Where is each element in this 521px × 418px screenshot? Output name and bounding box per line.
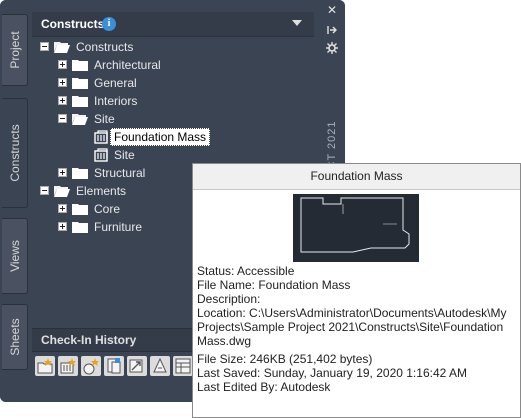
tree-node-interiors[interactable]: Interiors — [32, 92, 314, 110]
construct-object-icon — [94, 130, 108, 144]
tooltip-location-line-3: Mass.dwg — [197, 334, 252, 348]
tree-node-label: Site — [114, 148, 135, 162]
tree-node-constructs[interactable]: Constructs — [32, 38, 314, 56]
open-drawing-button[interactable] — [104, 356, 124, 376]
expand-icon[interactable] — [58, 204, 67, 213]
tooltip-location-line-2: Projects\Sample Project 2021\Constructs\… — [197, 320, 504, 334]
folder-icon — [72, 96, 88, 107]
tree-node-label: Elements — [76, 184, 127, 198]
close-icon[interactable]: ✕ — [326, 4, 338, 16]
pane-header[interactable]: Constructs i — [32, 12, 314, 37]
tree-node-label: Architectural — [94, 58, 161, 72]
expand-icon[interactable] — [58, 96, 67, 105]
folder-icon — [72, 78, 88, 89]
drawing-preview-thumbnail — [293, 194, 419, 262]
tree-node-label: Core — [94, 202, 121, 216]
tree-node-general[interactable]: General — [32, 74, 314, 92]
tooltip-location-line-1: Location: C:\Users\Administrator\Documen… — [197, 306, 507, 320]
xref-icon — [129, 359, 143, 373]
auto-hide-icon[interactable] — [326, 24, 338, 36]
drawing-icon — [107, 358, 121, 374]
side-tab-strip: Project Constructs Views Sheets — [0, 0, 30, 402]
add-construct-icon — [60, 358, 76, 374]
pane-title: Constructs — [41, 17, 105, 31]
folder-icon — [72, 222, 88, 233]
tab-views-label: Views — [7, 240, 22, 272]
expand-icon[interactable] — [58, 78, 67, 87]
add-element-icon — [83, 358, 99, 375]
add-category-icon — [37, 358, 53, 374]
folder-icon — [72, 168, 88, 179]
xref-button[interactable] — [127, 356, 147, 376]
tree-node-label: Site — [94, 112, 115, 126]
construct-tooltip: Foundation Mass Status: Accessible File … — [192, 163, 521, 418]
tooltip-last-edited: Last Edited By: Autodesk — [197, 380, 331, 394]
open-folder-icon — [54, 186, 70, 197]
expand-icon[interactable] — [58, 168, 67, 177]
tab-sheets[interactable]: Sheets — [2, 304, 28, 370]
tree-node-site-object[interactable]: Site — [32, 146, 314, 164]
tooltip-status: Status: Accessible — [197, 264, 295, 278]
tree-node-architectural[interactable]: Architectural — [32, 56, 314, 74]
tree-node-label: Constructs — [76, 40, 134, 54]
add-element-button[interactable] — [81, 356, 101, 376]
checkin-history-label: Check-In History — [41, 333, 137, 347]
properties-button[interactable] — [173, 356, 193, 376]
collapse-icon[interactable] — [40, 42, 49, 51]
tooltip-description: Description: — [197, 292, 261, 306]
construct-object-icon — [94, 148, 108, 162]
repath-button[interactable] — [150, 356, 170, 376]
tree-node-label: Foundation Mass — [110, 128, 211, 146]
tab-constructs-label: Constructs — [7, 124, 22, 182]
info-icon[interactable]: i — [102, 17, 116, 31]
tree-node-label: Interiors — [94, 94, 138, 108]
tab-constructs[interactable]: Constructs — [2, 98, 28, 208]
tab-project[interactable]: Project — [2, 14, 28, 86]
tooltip-file-name: File Name: Foundation Mass — [197, 278, 351, 292]
add-construct-button[interactable] — [58, 356, 78, 376]
properties-icon — [175, 358, 191, 374]
properties-menu-icon[interactable] — [326, 42, 338, 54]
add-category-button[interactable] — [35, 356, 55, 376]
tab-sheets-label: Sheets — [7, 318, 22, 356]
collapse-icon[interactable] — [40, 186, 49, 195]
tooltip-last-saved: Last Saved: Sunday, January 19, 2020 1:1… — [197, 366, 467, 380]
expand-icon[interactable] — [58, 222, 67, 231]
tree-node-label: General — [94, 76, 137, 90]
folder-icon — [72, 204, 88, 215]
folder-icon — [72, 60, 88, 71]
expand-icon[interactable] — [58, 60, 67, 69]
collapse-icon[interactable] — [58, 114, 67, 123]
open-folder-icon — [72, 114, 88, 125]
tab-project-label: Project — [7, 31, 22, 69]
tooltip-file-size: File Size: 246KB (251,402 bytes) — [197, 352, 373, 366]
tooltip-title: Foundation Mass — [193, 164, 520, 190]
tree-node-site[interactable]: Site — [32, 110, 314, 128]
tab-views[interactable]: Views — [2, 218, 28, 294]
tree-node-foundation-mass[interactable]: Foundation Mass — [32, 128, 314, 146]
tree-node-label: Structural — [94, 166, 146, 180]
tree-node-label: Furniture — [94, 220, 143, 234]
repath-icon — [153, 357, 167, 373]
chevron-down-icon[interactable] — [292, 20, 302, 26]
open-folder-icon — [54, 42, 70, 53]
